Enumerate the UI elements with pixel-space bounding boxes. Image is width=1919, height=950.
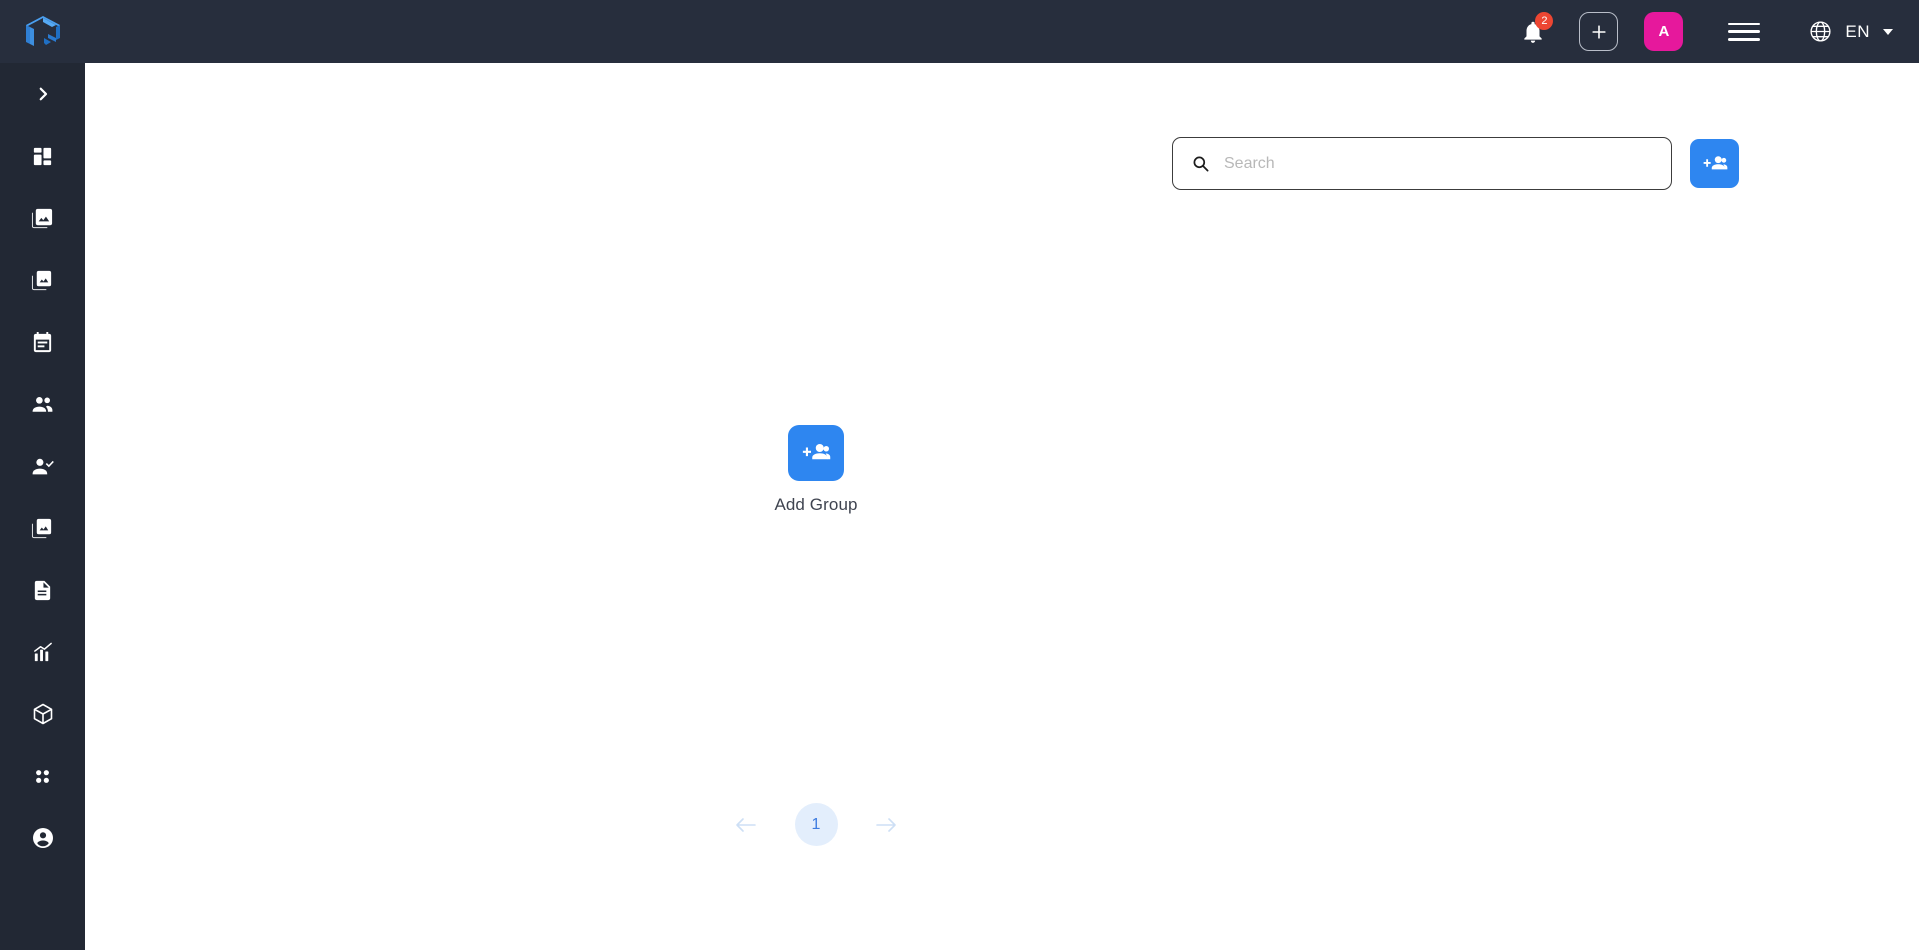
arrow-left-icon [736, 817, 756, 832]
cube-icon [33, 703, 52, 725]
image-icon [31, 270, 52, 290]
sidebar-item-media-library[interactable] [0, 187, 85, 249]
pagination-next-button[interactable] [870, 809, 902, 841]
pagination-prev-button[interactable] [730, 809, 762, 841]
bar-chart-icon [34, 642, 52, 661]
language-selector[interactable]: EN [1808, 19, 1893, 44]
photo-icon [31, 518, 52, 538]
sidebar-item-documents[interactable] [0, 559, 85, 621]
top-bar: 2 A EN [0, 0, 1919, 63]
notification-badge: 2 [1535, 11, 1554, 30]
globe-icon [1810, 21, 1831, 42]
add-group-button[interactable] [1690, 139, 1739, 188]
arrow-right-icon [876, 817, 896, 832]
plus-icon [1592, 24, 1606, 39]
sidebar-item-account[interactable] [0, 807, 85, 869]
sidebar-item-images[interactable] [0, 249, 85, 311]
cube-logo-icon [25, 15, 60, 46]
search-input[interactable] [1224, 154, 1653, 173]
hamburger-menu-icon [1728, 22, 1761, 25]
person-check-icon [32, 458, 54, 474]
group-add-icon [1703, 155, 1727, 169]
add-group-tile[interactable]: Add Group [728, 425, 904, 515]
add-button[interactable] [1579, 12, 1619, 51]
sidebar-item-reports[interactable] [0, 621, 85, 683]
sidebar-item-attendance[interactable] [0, 435, 85, 497]
sidebar-item-groups[interactable] [0, 373, 85, 435]
account-circle-icon [32, 828, 53, 848]
dashboard-grid-icon [33, 147, 52, 165]
chevron-right-icon [39, 87, 47, 101]
document-icon [34, 580, 51, 600]
photo-library-icon [31, 208, 53, 228]
pagination-page-1[interactable]: 1 [794, 803, 838, 846]
app-logo[interactable] [0, 0, 85, 63]
sidebar-item-packages[interactable] [0, 683, 85, 745]
sidebar-toggle[interactable] [0, 63, 85, 125]
add-group-tile-icon-wrap [788, 425, 844, 481]
hamburger-bar-3 [1728, 38, 1761, 41]
search-toolbar [1172, 137, 1739, 190]
sidebar-item-apps[interactable] [0, 745, 85, 807]
sidebar-item-events[interactable] [0, 311, 85, 373]
chevron-down-icon [1883, 28, 1893, 35]
user-avatar[interactable]: A [1644, 12, 1684, 51]
language-label: EN [1845, 21, 1870, 41]
hamburger-bar-2 [1728, 30, 1761, 33]
sidebar-item-gallery[interactable] [0, 497, 85, 559]
main-content: Add Group 1 [85, 63, 1919, 950]
search-icon [1193, 156, 1209, 172]
people-group-icon [32, 396, 53, 412]
notifications-button[interactable]: 2 [1511, 10, 1555, 54]
add-group-tile-label: Add Group [774, 495, 858, 514]
apps-grid-icon [36, 769, 49, 783]
group-add-icon [802, 444, 831, 460]
avatar-initial: A [1658, 23, 1670, 40]
sidebar-item-dashboard[interactable] [0, 125, 85, 187]
search-box[interactable] [1172, 137, 1672, 190]
calendar-event-icon [33, 331, 52, 352]
sidebar [0, 63, 85, 950]
top-bar-actions: 2 A EN [1511, 0, 1919, 63]
pagination: 1 [730, 803, 902, 846]
menu-button[interactable] [1728, 20, 1761, 44]
